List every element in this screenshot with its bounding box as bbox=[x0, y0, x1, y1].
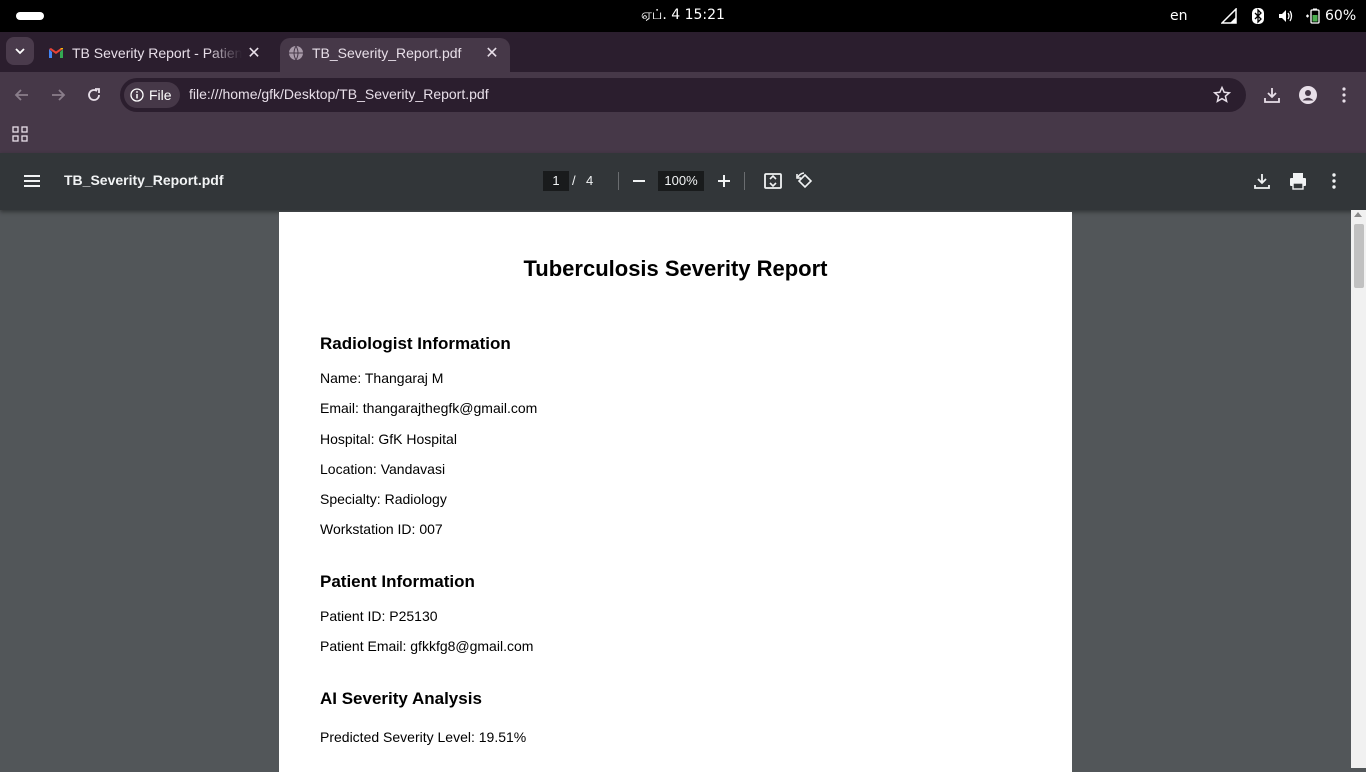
pdf-more-options-icon[interactable] bbox=[1324, 171, 1344, 191]
tab-gmail[interactable]: TB Severity Report - Patient ✕ bbox=[40, 38, 272, 72]
browser-menu-icon[interactable] bbox=[1334, 85, 1354, 105]
info-icon bbox=[130, 88, 144, 102]
page-total: 4 bbox=[586, 173, 594, 188]
pdf-filename: TB_Severity_Report.pdf bbox=[64, 172, 224, 188]
battery-icon bbox=[1306, 8, 1320, 24]
battery-percentage: 60% bbox=[1325, 8, 1357, 24]
bookmarks-bar bbox=[0, 118, 1366, 154]
radiologist-hospital: Hospital: GfK Hospital bbox=[320, 431, 457, 447]
site-info-label: File bbox=[149, 87, 172, 103]
page-number-input[interactable]: 1 bbox=[543, 171, 569, 191]
rotate-icon[interactable] bbox=[795, 171, 815, 191]
keyboard-language[interactable]: en bbox=[1170, 8, 1188, 24]
bluetooth-icon bbox=[1252, 8, 1264, 24]
scroll-up-arrow-icon[interactable] bbox=[1354, 212, 1362, 217]
radiologist-location: Location: Vandavasi bbox=[320, 461, 446, 477]
close-icon[interactable]: ✕ bbox=[246, 46, 262, 62]
radiologist-name: Name: Thangaraj M bbox=[320, 370, 444, 386]
patient-section-heading: Patient Information bbox=[320, 572, 475, 591]
patient-id: Patient ID: P25130 bbox=[320, 608, 438, 624]
bookmark-star-icon[interactable] bbox=[1212, 85, 1232, 105]
print-icon[interactable] bbox=[1288, 171, 1308, 191]
page-separator: / bbox=[572, 173, 576, 188]
url-text[interactable]: file:///home/gfk/Desktop/TB_Severity_Rep… bbox=[189, 86, 489, 102]
fit-to-page-icon[interactable] bbox=[763, 171, 783, 191]
radiologist-specialty: Specialty: Radiology bbox=[320, 491, 447, 507]
predicted-severity: Predicted Severity Level: 19.51% bbox=[320, 729, 527, 745]
toolbar-divider bbox=[618, 172, 619, 190]
tab-pdf[interactable]: TB_Severity_Report.pdf ✕ bbox=[280, 38, 510, 72]
downloads-icon[interactable] bbox=[1262, 85, 1282, 105]
hamburger-menu-icon[interactable] bbox=[22, 171, 42, 191]
zoom-out-icon[interactable] bbox=[629, 171, 649, 191]
radiologist-workstation: Workstation ID: 007 bbox=[320, 521, 443, 537]
tab-strip: TB Severity Report - Patient ✕ TB_Severi… bbox=[0, 32, 1366, 95]
scrollbar-thumb[interactable] bbox=[1354, 224, 1364, 288]
zoom-level-input[interactable]: 100% bbox=[658, 171, 704, 191]
close-icon[interactable]: ✕ bbox=[484, 46, 500, 62]
pdf-page: Tuberculosis Severity Report Radiologist… bbox=[279, 212, 1072, 772]
apps-grid-icon[interactable] bbox=[12, 126, 28, 142]
tab-title: TB_Severity_Report.pdf bbox=[312, 45, 462, 61]
volume-icon bbox=[1279, 10, 1293, 22]
profile-avatar-icon[interactable] bbox=[1298, 85, 1318, 105]
globe-icon bbox=[289, 45, 303, 61]
back-arrow-icon[interactable] bbox=[12, 85, 32, 105]
pdf-download-icon[interactable] bbox=[1252, 171, 1272, 191]
gmail-icon bbox=[49, 48, 63, 58]
chevron-down-icon bbox=[15, 48, 25, 55]
radiologist-section-heading: Radiologist Information bbox=[320, 334, 511, 353]
patient-email: Patient Email: gfkkfg8@gmail.com bbox=[320, 638, 534, 654]
radiologist-email: Email: thangarajthegfk@gmail.com bbox=[320, 400, 538, 416]
analysis-section-heading: AI Severity Analysis bbox=[320, 689, 482, 708]
toolbar-divider bbox=[744, 172, 745, 190]
system-top-bar: ஏப். 4 15:21 en 60% bbox=[0, 0, 1366, 32]
vertical-scrollbar[interactable] bbox=[1351, 210, 1366, 768]
zoom-in-icon[interactable] bbox=[714, 171, 734, 191]
cellular-signal-icon bbox=[1221, 8, 1237, 24]
tab-title: TB Severity Report - Patient bbox=[72, 45, 242, 61]
system-clock[interactable]: ஏப். 4 15:21 bbox=[0, 7, 1366, 25]
reload-icon[interactable] bbox=[84, 85, 104, 105]
document-title: Tuberculosis Severity Report bbox=[523, 256, 828, 281]
forward-arrow-icon[interactable] bbox=[48, 85, 68, 105]
site-info-chip[interactable]: File bbox=[124, 82, 180, 108]
tab-search-button[interactable] bbox=[6, 37, 34, 65]
